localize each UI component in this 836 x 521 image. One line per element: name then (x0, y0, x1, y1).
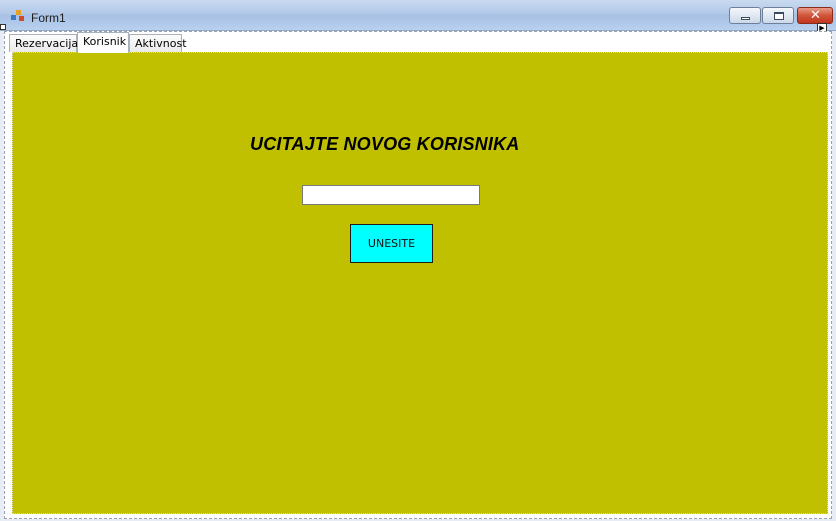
maximize-icon (774, 12, 784, 20)
window-title: Form1 (31, 11, 66, 25)
tab-aktivnost[interactable]: Aktivnost (129, 34, 187, 52)
title-bar[interactable]: Form1 ✕ (0, 0, 836, 31)
maximize-button[interactable] (762, 7, 794, 24)
minimize-icon (741, 17, 750, 20)
app-icon[interactable] (11, 10, 25, 22)
close-icon: ✕ (810, 8, 821, 23)
korisnik-tab-panel (12, 52, 828, 514)
submit-button[interactable]: UNESITE (350, 224, 433, 263)
close-button[interactable]: ✕ (797, 7, 833, 24)
minimize-button[interactable] (729, 7, 761, 24)
new-user-input[interactable] (302, 185, 480, 205)
designer-resize-handle[interactable] (0, 24, 6, 30)
tab-korisnik[interactable]: Korisnik (77, 32, 129, 53)
page-title: UCITAJTE NOVOG KORISNIKA (250, 134, 520, 154)
tab-rezervacija[interactable]: Rezervacija (9, 34, 78, 52)
